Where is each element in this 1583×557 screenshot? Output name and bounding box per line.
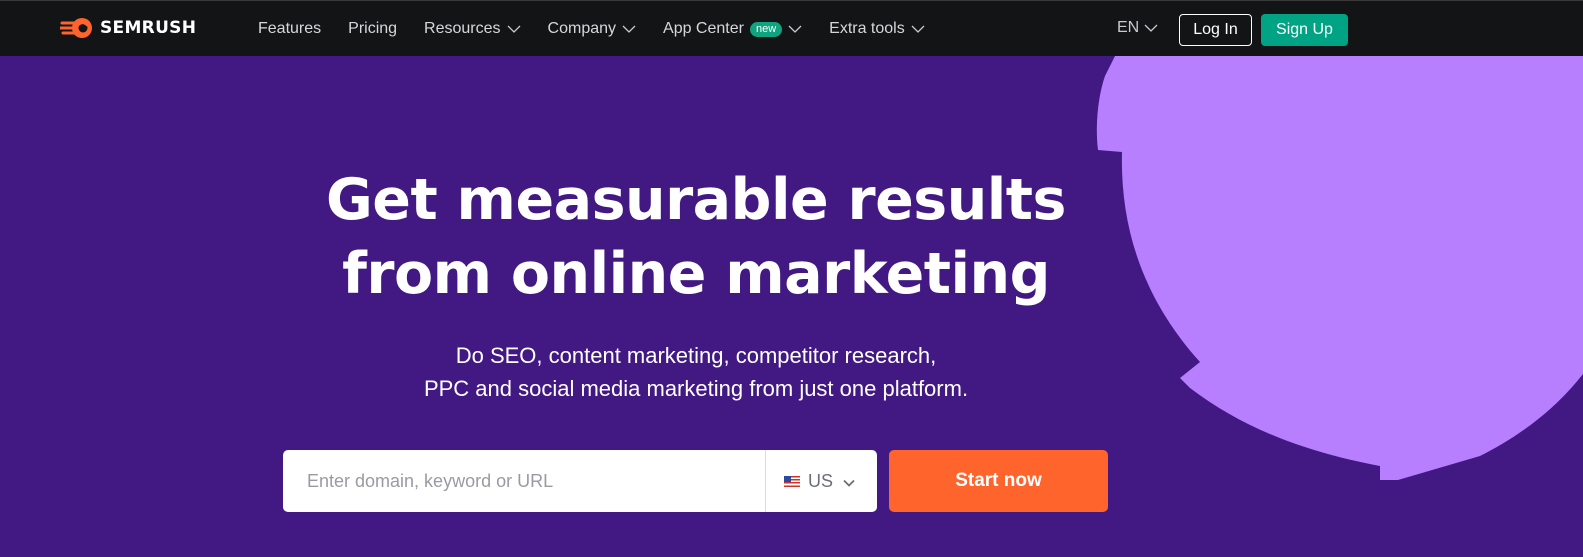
- language-label: EN: [1117, 19, 1140, 36]
- chevron-down-icon: [843, 471, 855, 492]
- nav-item-label: Company: [547, 20, 617, 37]
- chevron-down-icon: [788, 20, 802, 38]
- nav-item-label: Extra tools: [829, 20, 905, 37]
- nav-item-label: Resources: [424, 20, 501, 37]
- chevron-down-icon: [507, 20, 521, 38]
- start-now-button[interactable]: Start now: [889, 450, 1108, 512]
- hero-title-line1: Get measurable results: [326, 167, 1066, 233]
- chevron-down-icon: [622, 20, 636, 38]
- hero-decoration-shape: [1080, 56, 1583, 491]
- semrush-fireball-icon: [60, 17, 94, 39]
- nav-item-extra-tools[interactable]: Extra tools: [829, 20, 925, 38]
- chevron-down-icon: [1144, 19, 1158, 37]
- nav-item-pricing[interactable]: Pricing: [348, 20, 397, 38]
- nav-item-label: App Center: [663, 20, 744, 37]
- signup-button[interactable]: Sign Up: [1261, 14, 1348, 46]
- us-flag-icon: [784, 471, 800, 492]
- nav-item-company[interactable]: Company: [548, 20, 636, 38]
- country-selector[interactable]: US: [766, 450, 877, 512]
- nav-item-app-center[interactable]: App Center new: [663, 20, 802, 38]
- brand-name: SEMRUSH: [100, 18, 197, 38]
- new-badge: new: [749, 21, 783, 37]
- hero-subtitle-line2: PPC and social media marketing from just…: [423, 376, 969, 401]
- nav-item-features[interactable]: Features: [258, 20, 321, 38]
- language-selector[interactable]: EN: [1117, 19, 1158, 37]
- nav-item-label: Features: [258, 20, 322, 37]
- login-button[interactable]: Log In: [1179, 14, 1252, 46]
- nav-item-label: Pricing: [348, 20, 398, 37]
- chevron-down-icon: [911, 20, 925, 38]
- main-nav: Features Pricing Resources Company App C…: [258, 1, 952, 57]
- country-label: US: [808, 470, 834, 491]
- hero-subtitle-line1: Do SEO, content marketing, competitor re…: [455, 343, 937, 368]
- nav-item-resources[interactable]: Resources: [424, 20, 520, 38]
- hero-title-line2: from online marketing: [342, 241, 1050, 307]
- semrush-logo[interactable]: SEMRUSH: [60, 17, 196, 39]
- top-navigation-bar: SEMRUSH Features Pricing Resources Compa…: [0, 0, 1583, 56]
- domain-search-box: US: [283, 450, 877, 512]
- hero-title: Get measurable results from online marke…: [280, 163, 1112, 311]
- hero-subtitle: Do SEO, content marketing, competitor re…: [280, 339, 1112, 405]
- search-input[interactable]: [283, 450, 765, 512]
